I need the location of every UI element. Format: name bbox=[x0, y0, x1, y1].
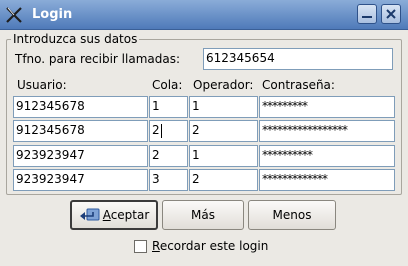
operator-field-3[interactable]: 1 bbox=[189, 145, 258, 167]
password-field-3[interactable]: ********** bbox=[259, 145, 395, 167]
enter-arrow-icon bbox=[79, 208, 100, 221]
text-cursor bbox=[160, 123, 162, 138]
less-button[interactable]: Menos bbox=[248, 200, 336, 230]
password-field-2[interactable]: ***************** bbox=[259, 120, 395, 142]
accept-button[interactable]: Aceptar bbox=[70, 200, 158, 230]
window-title: Login bbox=[32, 7, 73, 22]
cola-field-2-value: 2 bbox=[152, 123, 160, 137]
phone-field[interactable]: 612345654 bbox=[203, 48, 393, 70]
operator-field-4[interactable]: 2 bbox=[189, 169, 258, 191]
group-legend: Introduzca sus datos bbox=[13, 32, 138, 46]
cola-field-3[interactable]: 2 bbox=[149, 145, 188, 167]
column-header-password: Contraseña: bbox=[262, 78, 335, 92]
minimize-button[interactable] bbox=[357, 4, 377, 24]
operator-field-2[interactable]: 2 bbox=[189, 120, 258, 142]
remember-checkbox[interactable] bbox=[134, 240, 147, 253]
user-field-4[interactable]: 923923947 bbox=[13, 169, 148, 191]
close-icon bbox=[386, 9, 396, 19]
cola-field-1[interactable]: 1 bbox=[149, 96, 188, 118]
cola-field-4[interactable]: 3 bbox=[149, 169, 188, 191]
user-field-3[interactable]: 923923947 bbox=[13, 145, 148, 167]
password-field-4[interactable]: ************* bbox=[259, 169, 395, 191]
minimize-icon bbox=[362, 16, 372, 18]
more-button[interactable]: Más bbox=[162, 200, 244, 230]
column-header-operator: Operador: bbox=[193, 78, 254, 92]
accept-label: Aceptar bbox=[102, 208, 150, 222]
operator-field-1[interactable]: 1 bbox=[189, 96, 258, 118]
user-field-1[interactable]: 912345678 bbox=[13, 96, 148, 118]
remember-label[interactable]: Recordar este login bbox=[152, 239, 268, 253]
close-button[interactable] bbox=[381, 4, 401, 24]
column-header-user: Usuario: bbox=[17, 78, 67, 92]
password-field-1[interactable]: ********* bbox=[259, 96, 395, 118]
title-bar[interactable]: Login bbox=[0, 0, 408, 30]
cola-field-2[interactable]: 2 bbox=[149, 120, 188, 142]
x-app-icon bbox=[6, 7, 22, 23]
user-field-2[interactable]: 912345678 bbox=[13, 120, 148, 142]
phone-label: Tfno. para recibir llamadas: bbox=[15, 52, 181, 66]
column-header-cola: Cola: bbox=[152, 78, 183, 92]
